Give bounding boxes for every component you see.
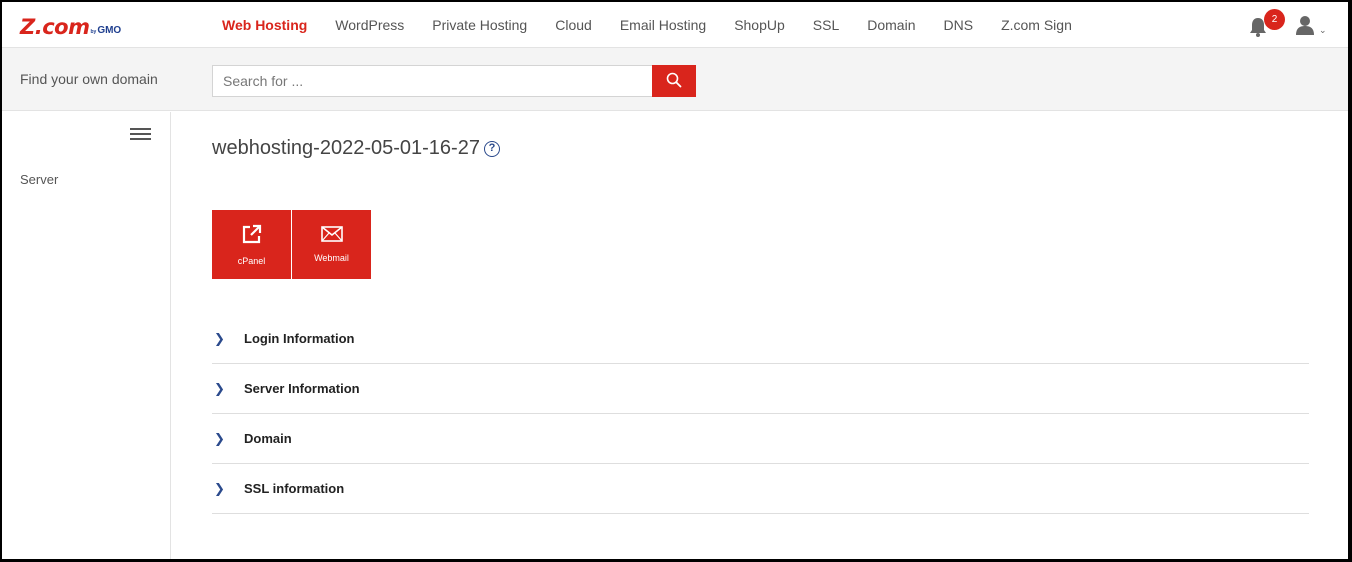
page-title-text: webhosting-2022-05-01-16-27 [212,137,480,159]
accordion-label: Domain [244,431,292,446]
nav-private-hosting[interactable]: Private Hosting [432,17,527,33]
chevron-down-icon: ⌄ [1319,24,1327,35]
logo-by-text: by [90,29,97,35]
nav-web-hosting[interactable]: Web Hosting [222,17,307,33]
page-title: webhosting-2022-05-01-16-27 ? [212,137,500,160]
logo-text: Z.com [20,15,90,39]
user-icon [1295,15,1315,40]
help-icon[interactable]: ? [483,140,500,157]
sidebar-item-server[interactable]: Server [20,172,58,187]
nav-zcom-sign[interactable]: Z.com Sign [1001,17,1072,33]
app-window: Z.com by GMO Web Hosting WordPress Priva… [2,2,1348,559]
accordion-ssl-information[interactable]: ❯ SSL information [212,464,1309,514]
zcom-logo[interactable]: Z.com by GMO [20,12,121,38]
nav-shopup[interactable]: ShopUp [734,17,785,33]
accordion-server-information[interactable]: ❯ Server Information [212,364,1309,414]
domain-search-bar: Find your own domain [2,48,1348,111]
main-nav: Web Hosting WordPress Private Hosting Cl… [222,2,1100,48]
search-input[interactable] [212,65,653,97]
info-accordion: ❯ Login Information ❯ Server Information… [212,314,1309,514]
chevron-right-icon: ❯ [214,330,225,346]
main-content: webhosting-2022-05-01-16-27 ? cPanel Web… [212,112,1309,559]
quick-access-tiles: cPanel Webmail [212,210,372,279]
notification-badge[interactable]: 2 [1264,9,1285,30]
chevron-right-icon: ❯ [214,480,225,496]
envelope-icon [320,226,343,247]
external-link-icon [241,223,263,250]
nav-dns[interactable]: DNS [944,17,974,33]
accordion-label: SSL information [244,481,345,496]
chevron-right-icon: ❯ [214,430,225,446]
accordion-login-information[interactable]: ❯ Login Information [212,314,1309,364]
sidebar: Server [2,112,171,559]
accordion-label: Server Information [244,381,360,396]
nav-email-hosting[interactable]: Email Hosting [620,17,706,33]
user-menu[interactable]: ⌄ [1295,15,1335,40]
logo-gmo-text: GMO [97,25,122,36]
search-icon [666,72,682,91]
hamburger-icon[interactable] [130,128,151,142]
webmail-tile[interactable]: Webmail [292,210,371,279]
search-button[interactable] [652,65,696,97]
search-label: Find your own domain [20,71,158,87]
nav-cloud[interactable]: Cloud [555,17,592,33]
nav-wordpress[interactable]: WordPress [335,17,404,33]
nav-ssl[interactable]: SSL [813,17,839,33]
top-navbar: Z.com by GMO Web Hosting WordPress Priva… [2,2,1348,48]
chevron-right-icon: ❯ [214,380,225,396]
cpanel-tile[interactable]: cPanel [212,210,291,279]
nav-domain[interactable]: Domain [867,17,915,33]
cpanel-label: cPanel [237,256,266,266]
webmail-label: Webmail [314,253,349,263]
accordion-label: Login Information [244,331,355,346]
accordion-domain[interactable]: ❯ Domain [212,414,1309,464]
